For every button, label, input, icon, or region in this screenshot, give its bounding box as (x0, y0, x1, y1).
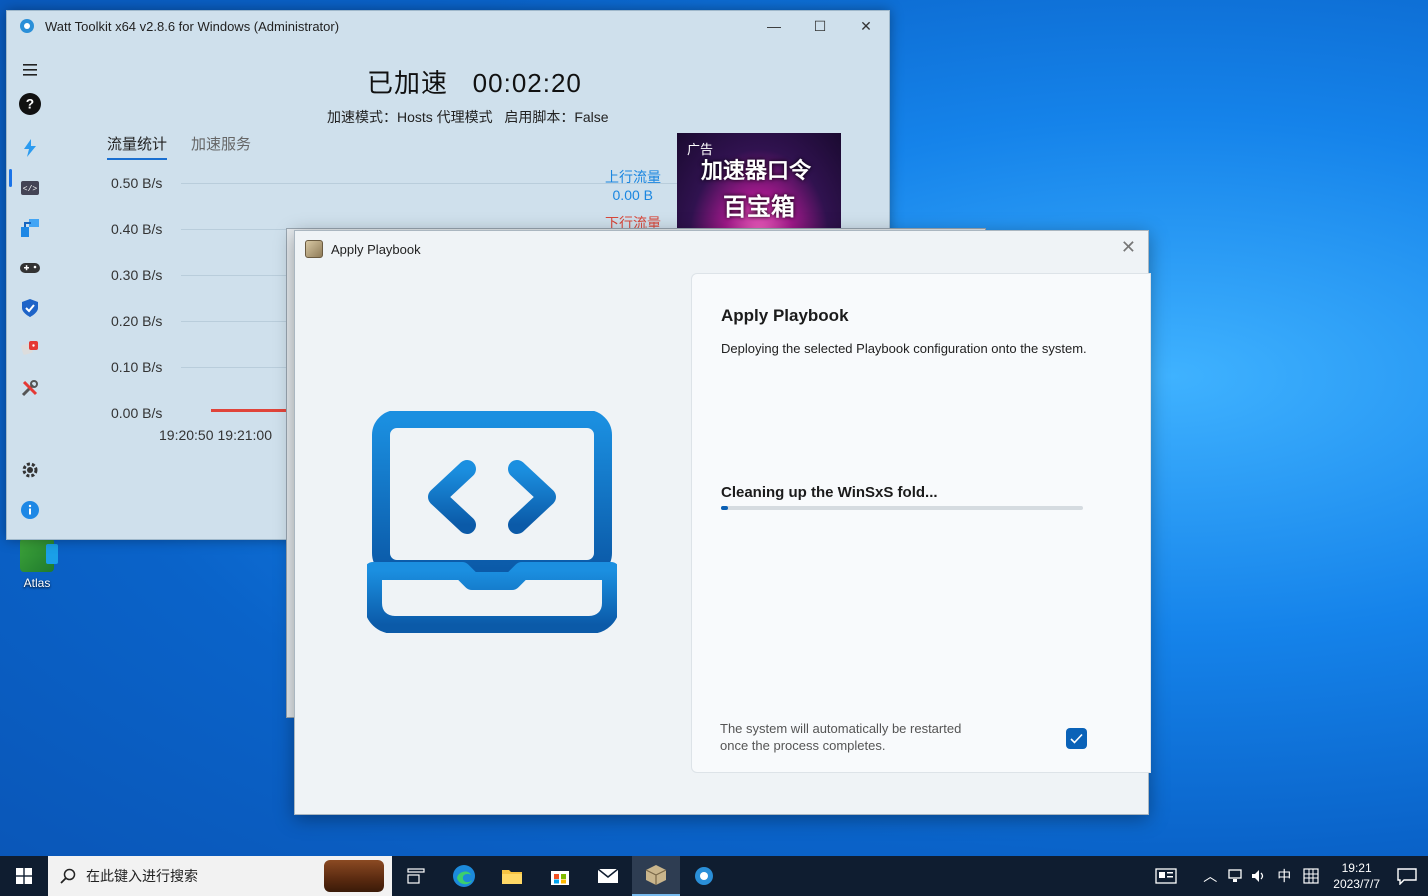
settings-gear-icon[interactable] (19, 459, 41, 481)
folder-icon (502, 870, 522, 884)
store-bag-icon (551, 871, 569, 885)
search-placeholder: 在此键入进行搜索 (86, 868, 198, 884)
download-traffic-line (211, 409, 291, 412)
dialog-titlebar[interactable]: Apply Playbook (295, 231, 1148, 267)
close-button[interactable]: ✕ (843, 11, 889, 41)
system-tray: ︿ 中 19:21 2023/7/7 (1155, 856, 1428, 896)
maximize-button[interactable]: ☐ (797, 11, 843, 41)
windows-taskbar: 在此键入进行搜索 ︿ 中 19:21 2023/7/7 (0, 856, 1428, 896)
x-tick-label: 19:21:00 (217, 427, 273, 443)
search-highlight-image (324, 860, 384, 892)
y-tick-label: 0.10 B/s (111, 359, 163, 375)
atlas-app-icon (20, 538, 58, 572)
y-tick-label: 0.50 B/s (111, 175, 163, 191)
auto-restart-note: The system will automatically be restart… (720, 721, 962, 753)
x-tick-label: 19:20:50 (159, 427, 214, 443)
y-tick-label: 0.20 B/s (111, 313, 163, 329)
apply-playbook-window: Apply Playbook ✕ Apply Playbook Deployin… (294, 230, 1151, 815)
chevron-up-icon[interactable]: ︿ (1203, 866, 1217, 886)
y-tick-label: 0.40 B/s (111, 221, 163, 237)
tab-traffic-stats[interactable]: 流量统计 (107, 133, 168, 160)
acceleration-mode-info: 加速模式：Hosts 代理模式 启用脚本：False (327, 109, 609, 125)
task-view-button[interactable] (392, 856, 440, 896)
task-view-icon (407, 868, 425, 884)
clock-date: 2023/7/7 (1333, 877, 1380, 891)
windows-logo-icon (16, 868, 32, 884)
acceleration-status-title: 已加速 00:02:20 (367, 68, 582, 98)
sidebar-active-indicator (9, 169, 12, 187)
dialog-heading: Apply Playbook (721, 306, 849, 325)
laptop-code-icon (367, 411, 617, 633)
progress-bar (721, 506, 1083, 510)
watt-window-title: Watt Toolkit x64 v2.8.6 for Windows (Adm… (45, 18, 340, 34)
shield-icon[interactable] (19, 297, 41, 319)
playbook-progress-card: Apply Playbook Deploying the selected Pl… (691, 273, 1151, 773)
mail-icon (597, 868, 619, 883)
tab-accelerate-services[interactable]: 加速服务 (191, 133, 251, 160)
game-controller-icon[interactable] (19, 257, 41, 279)
ime-language-indicator[interactable]: 中 (1277, 866, 1291, 886)
watt-app-icon (20, 19, 34, 33)
notification-center-icon[interactable] (1396, 867, 1418, 885)
dialog-description: Deploying the selected Playbook configur… (721, 341, 1087, 356)
svg-text:</>: </> (23, 185, 38, 194)
checkmark-icon (1070, 733, 1083, 744)
start-button[interactable] (0, 856, 48, 896)
progress-bar-fill (721, 506, 729, 510)
taskbar-clock[interactable]: 19:21 2023/7/7 (1333, 860, 1380, 892)
tools-icon[interactable] (19, 377, 41, 399)
traffic-legend: 上行流量 0.00 B 下行流量 (605, 167, 661, 233)
search-icon (60, 868, 76, 884)
desktop-icon-label: Atlas (23, 576, 51, 590)
taskbar-watt-toolkit[interactable] (680, 856, 728, 896)
dialog-window-title: Apply Playbook (331, 241, 421, 257)
taskbar-file-explorer[interactable] (488, 856, 536, 896)
taskbar-search-box[interactable]: 在此键入进行搜索 (48, 856, 392, 896)
y-tick-label: 0.00 B/s (111, 405, 163, 421)
ad-subheadline: 百宝箱 (723, 194, 795, 221)
ime-mode-icon[interactable] (1303, 868, 1319, 884)
help-icon[interactable]: ? (19, 93, 41, 115)
dice-icon[interactable] (19, 337, 41, 359)
taskbar-playbook-app[interactable] (632, 856, 680, 896)
svg-text:?: ? (26, 97, 34, 112)
edge-browser-icon (453, 865, 475, 887)
package-box-icon (645, 865, 667, 885)
upload-legend-value: 0.00 B (612, 187, 653, 203)
accelerate-icon[interactable] (19, 137, 41, 159)
watt-sidebar: ? </> (7, 41, 53, 539)
chart-y-axis: 0.50 B/s 0.40 B/s 0.30 B/s 0.20 B/s 0.10… (111, 175, 162, 451)
menu-icon[interactable] (19, 59, 41, 81)
y-tick-label: 0.30 B/s (111, 267, 163, 283)
advertisement-banner[interactable]: 广告 加速器口令 百宝箱 (677, 133, 841, 229)
chart-x-axis: 19:20:50 19:21:00 (159, 427, 272, 443)
auto-restart-checkbox[interactable] (1066, 728, 1087, 749)
news-widget-icon[interactable] (1155, 868, 1177, 884)
minimize-button[interactable]: — (751, 11, 797, 41)
script-icon[interactable]: </> (19, 177, 41, 199)
dialog-close-button[interactable]: ✕ (1121, 237, 1136, 258)
upload-legend-label: 上行流量 (605, 169, 661, 185)
taskbar-mail[interactable] (584, 856, 632, 896)
proxy-icon[interactable] (19, 217, 41, 239)
package-box-icon (305, 240, 323, 258)
ad-headline: 加速器口令 (701, 158, 812, 183)
clock-time: 19:21 (1341, 861, 1372, 875)
current-step-text: Cleaning up the WinSxS fold... (721, 484, 938, 501)
taskbar-store[interactable] (536, 856, 584, 896)
watt-toolkit-icon (695, 867, 713, 885)
network-icon[interactable] (1227, 869, 1243, 883)
info-icon[interactable] (19, 499, 41, 521)
taskbar-edge[interactable] (440, 856, 488, 896)
desktop-icon-atlas[interactable]: Atlas (14, 538, 60, 590)
volume-icon[interactable] (1251, 869, 1267, 883)
